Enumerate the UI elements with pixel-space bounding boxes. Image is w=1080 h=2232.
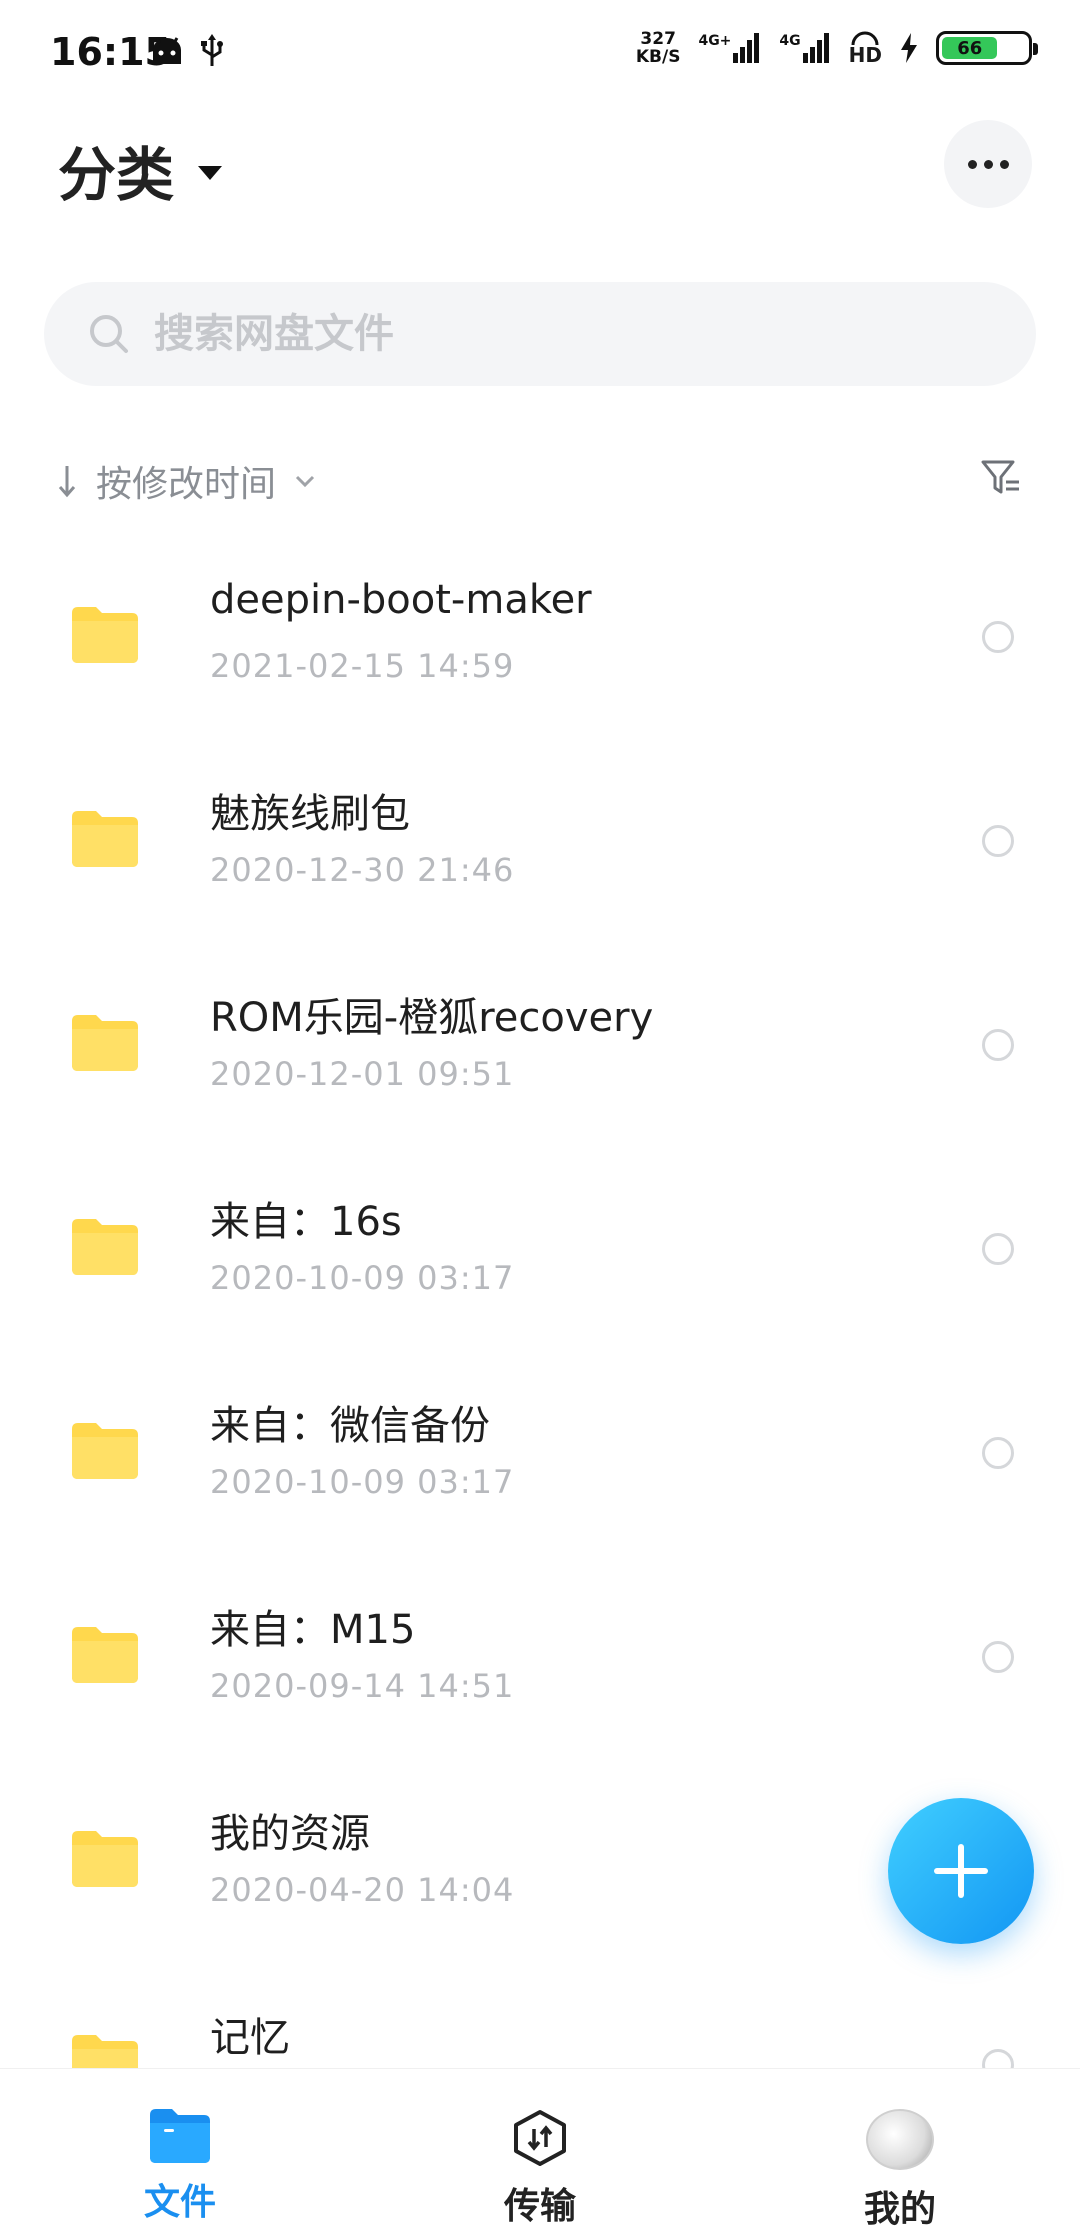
file-name: 来自：M15: [210, 1607, 416, 1653]
more-dot: [983, 159, 993, 169]
file-name: deepin-boot-maker: [210, 577, 592, 623]
caret-down-icon: [198, 166, 223, 180]
file-name: 记忆: [210, 2015, 290, 2061]
file-date: 2020-10-09 03:17: [210, 1259, 515, 1297]
bottom-nav: 文件 传输 我的: [0, 2068, 1080, 2232]
net-speed: 327 KB/S: [636, 30, 681, 66]
search-input[interactable]: [154, 311, 954, 357]
signal-bars-icon: [733, 33, 760, 63]
select-radio[interactable]: [982, 1029, 1014, 1061]
status-right-icons: 327 KB/S 4G+ 4G HD 66: [636, 30, 1038, 66]
file-name: 来自：16s: [210, 1199, 402, 1245]
page-title: 分类: [58, 141, 175, 209]
net-speed-value: 327: [640, 29, 676, 49]
more-dot: [967, 159, 977, 169]
signal-2: 4G: [779, 33, 830, 63]
folder-icon: [72, 1219, 138, 1275]
file-date: 2020-10-09 03:17: [210, 1463, 515, 1501]
more-options-button[interactable]: [944, 120, 1032, 208]
folder-icon: [72, 1015, 138, 1071]
net-speed-unit: KB/S: [635, 47, 681, 67]
folder-icon: [72, 607, 138, 663]
search-bar[interactable]: [44, 282, 1036, 386]
nav-item-mine[interactable]: 我的: [720, 2069, 1080, 2232]
file-date: 2020-04-20 14:04: [210, 1871, 515, 1909]
add-button[interactable]: [888, 1798, 1034, 1944]
select-radio[interactable]: [982, 1641, 1014, 1673]
sort-selector[interactable]: 按修改时间: [56, 455, 316, 507]
hd-voice: HD: [849, 31, 882, 65]
arrow-down-icon: [58, 466, 76, 498]
folder-icon: [72, 1423, 138, 1479]
signal-bars-icon: [802, 33, 829, 63]
file-date: 2020-12-01 09:51: [210, 1055, 515, 1093]
list-item[interactable]: 魅族线刷包 2020-12-30 21:46: [0, 759, 1080, 963]
plus-icon: [934, 1844, 988, 1898]
filter-icon[interactable]: [980, 458, 1022, 498]
category-dropdown[interactable]: 分类: [58, 128, 223, 212]
select-radio[interactable]: [982, 621, 1014, 653]
folder-icon: [72, 811, 138, 867]
select-radio[interactable]: [982, 1437, 1014, 1469]
select-radio[interactable]: [982, 825, 1014, 857]
nav-label-transfer: 传输: [503, 2186, 576, 2227]
usb-icon: [201, 34, 223, 66]
android-icon: [153, 37, 181, 64]
transfer-icon: [514, 2110, 566, 2166]
net-type-2: 4G: [779, 33, 801, 49]
file-name: 魅族线刷包: [210, 791, 410, 837]
nav-label-files: 文件: [143, 2182, 216, 2223]
charging-bolt-icon: [901, 33, 917, 63]
battery-indicator: 66: [936, 31, 1038, 65]
sort-label: 按修改时间: [96, 464, 277, 505]
list-item[interactable]: ROM乐园-橙狐recovery 2020-12-01 09:51: [0, 963, 1080, 1167]
battery-fill: 66: [942, 37, 998, 59]
signal-1: 4G+: [698, 33, 761, 63]
file-name: ROM乐园-橙狐recovery: [210, 995, 654, 1041]
chevron-down-icon: [295, 475, 315, 488]
list-item[interactable]: 来自：16s 2020-10-09 03:17: [0, 1167, 1080, 1371]
folder-icon: [72, 1627, 138, 1683]
nav-label-mine: 我的: [863, 2189, 936, 2230]
hd-label: HD: [848, 43, 882, 67]
nav-item-transfer[interactable]: 传输: [360, 2069, 720, 2232]
battery-level: 66: [957, 37, 983, 59]
file-name: 我的资源: [210, 1811, 370, 1857]
search-icon: [90, 315, 128, 353]
avatar: [866, 2109, 934, 2170]
file-name: 来自：微信备份: [210, 1403, 490, 1449]
select-radio[interactable]: [982, 1233, 1014, 1265]
nav-item-files[interactable]: 文件: [0, 2069, 360, 2232]
file-date: 2020-12-30 21:46: [210, 851, 515, 889]
more-dot: [999, 159, 1009, 169]
folder-tab-icon: [150, 2109, 210, 2163]
net-type-1: 4G+: [698, 33, 732, 49]
file-date: 2020-09-14 14:51: [210, 1667, 515, 1705]
folder-icon: [72, 1831, 138, 1887]
list-item[interactable]: deepin-boot-maker 2021-02-15 14:59: [0, 555, 1080, 759]
status-bar: 16:15 327 KB/S 4G+ 4G HD 66: [0, 0, 1080, 110]
file-date: 2021-02-15 14:59: [210, 647, 515, 685]
list-item[interactable]: 来自：M15 2020-09-14 14:51: [0, 1575, 1080, 1779]
file-list: deepin-boot-maker 2021-02-15 14:59 魅族线刷包…: [0, 555, 1080, 2187]
status-left-icons: [150, 34, 224, 68]
list-item[interactable]: 来自：微信备份 2020-10-09 03:17: [0, 1371, 1080, 1575]
